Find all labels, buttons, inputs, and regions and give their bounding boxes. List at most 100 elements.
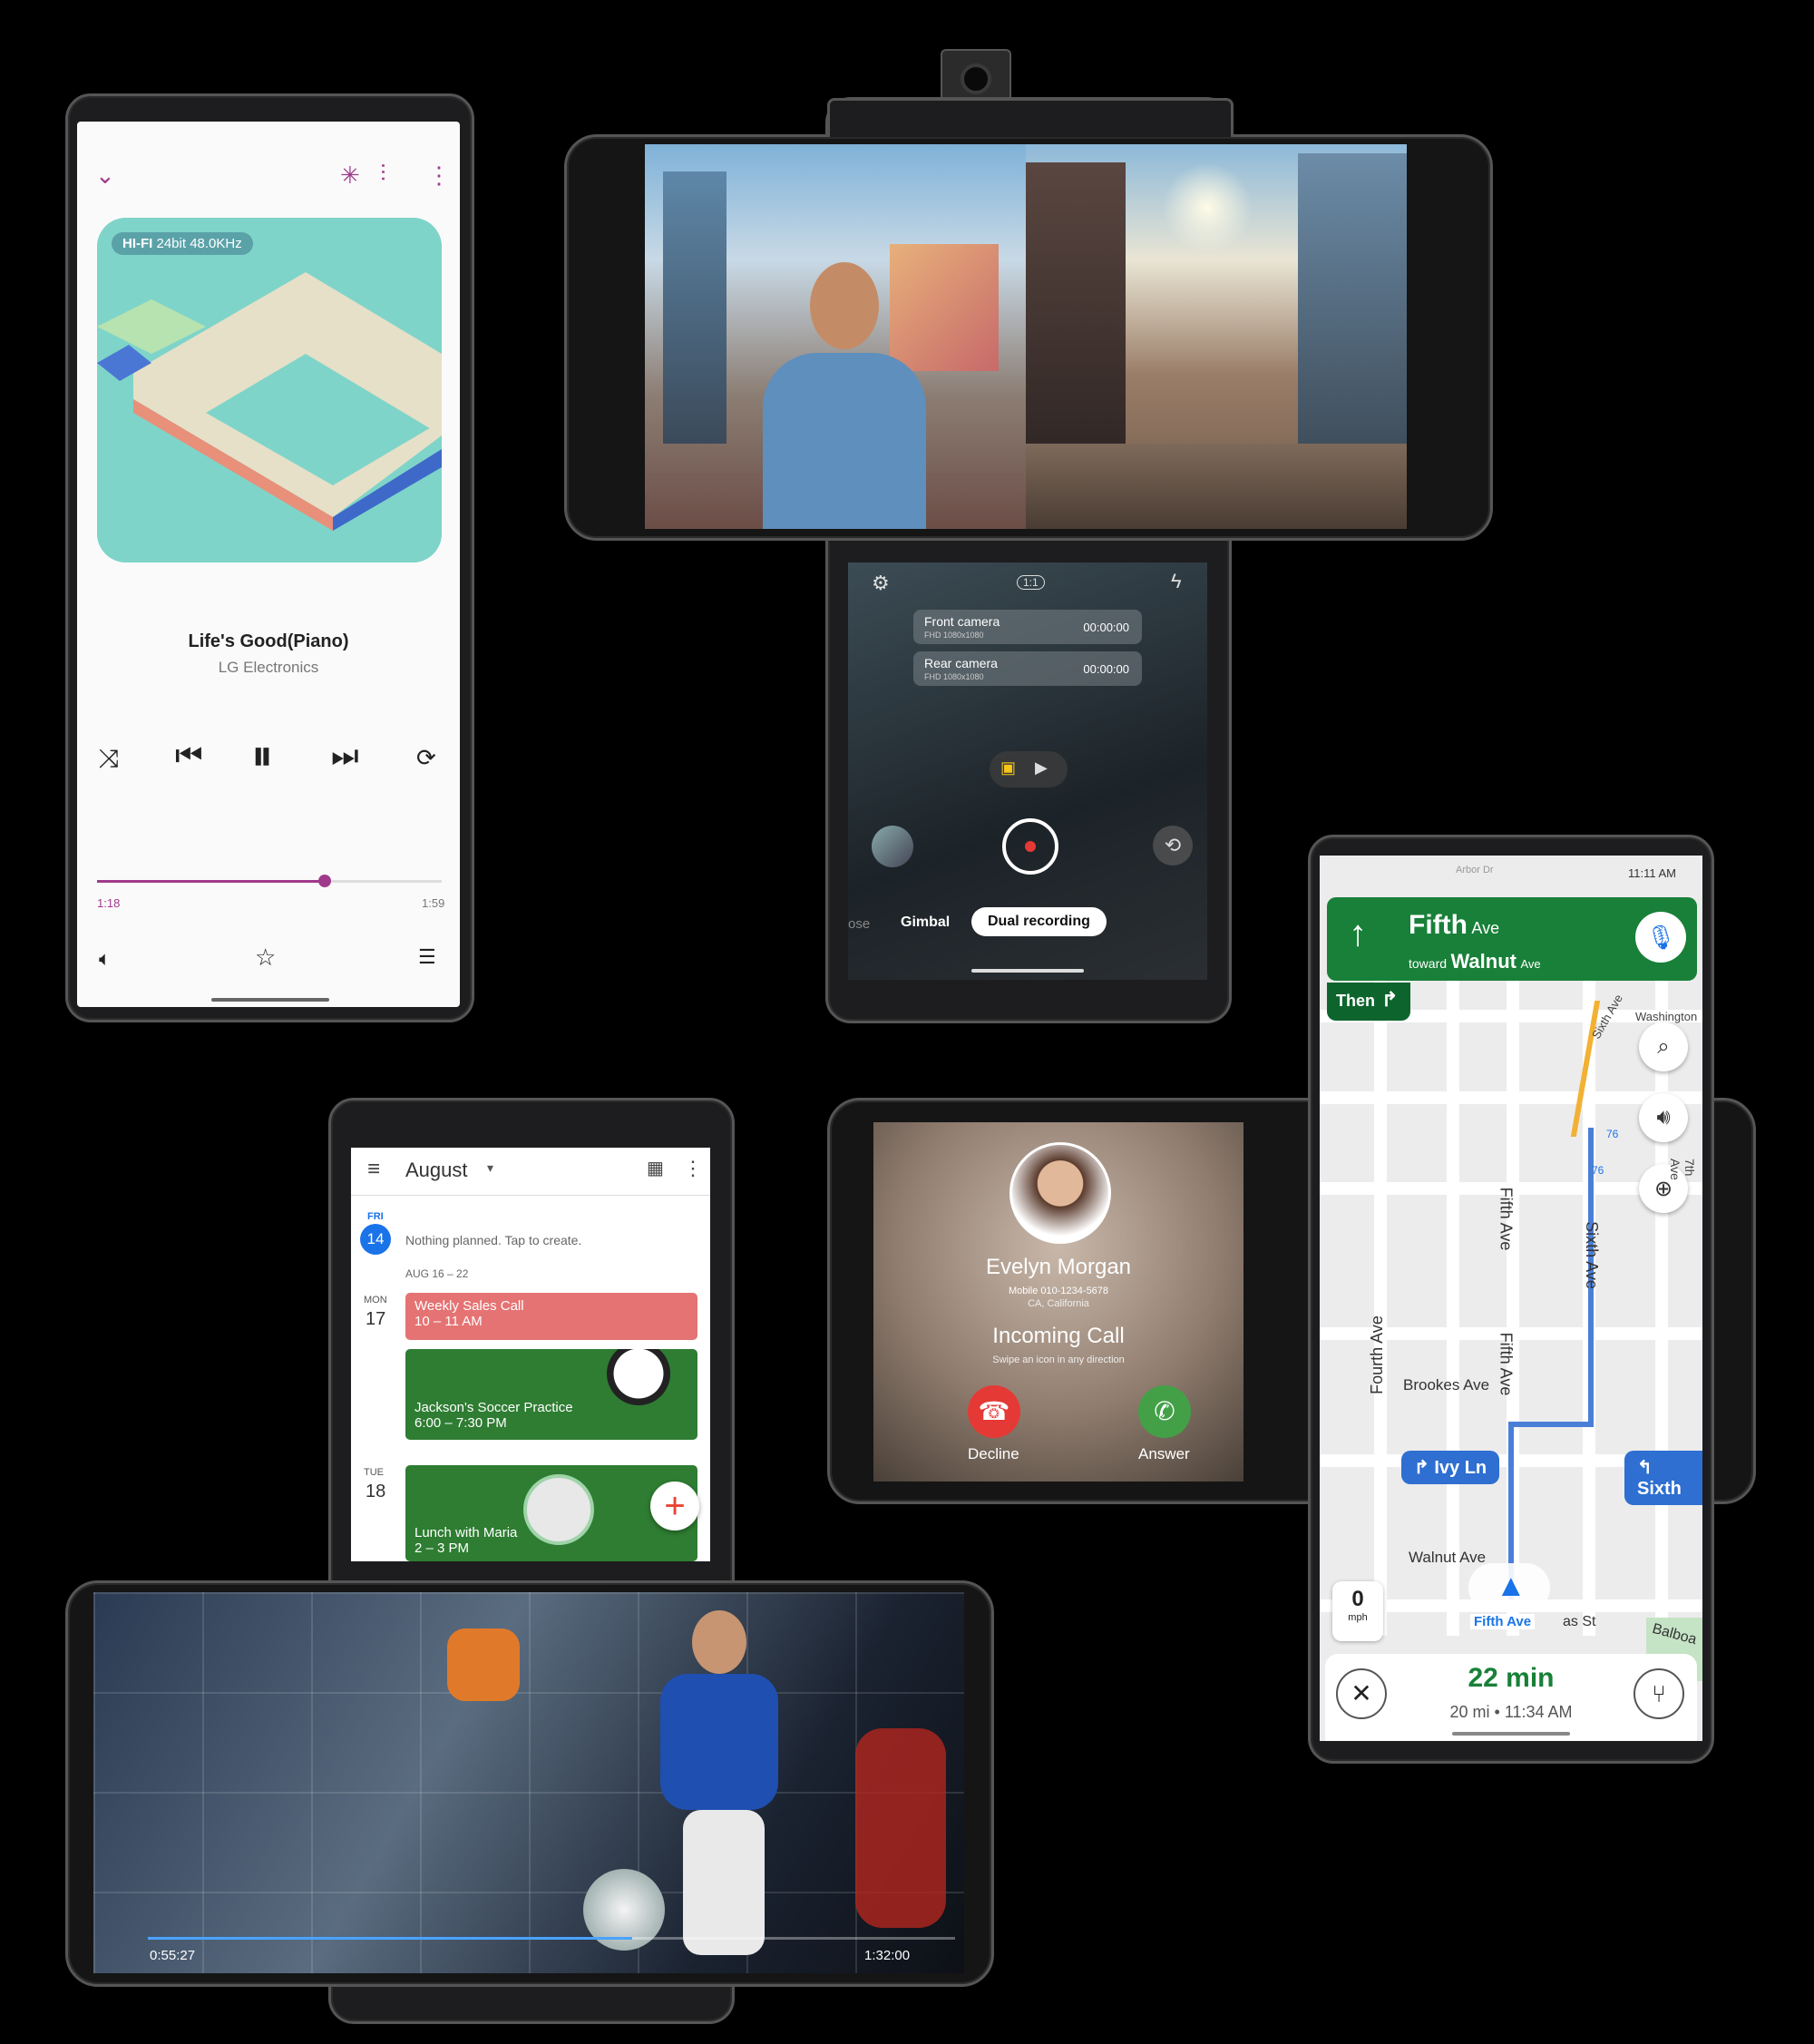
today-empty-text[interactable]: Nothing planned. Tap to create. [405, 1233, 581, 1247]
pill-ivy-label: Ivy Ln [1434, 1458, 1487, 1478]
equalizer-icon[interactable]: ⫶ [380, 160, 386, 189]
map-label-76a: 76 [1606, 1128, 1619, 1140]
speed-value: 0 [1351, 1587, 1364, 1611]
map-label-arbor: Arbor Dr [1456, 865, 1494, 875]
turn-pill-ivy[interactable]: ↱ Ivy Ln [1401, 1451, 1500, 1484]
decline-button[interactable]: ☎ [968, 1385, 1020, 1438]
mode-gimbal[interactable]: Gimbal [901, 914, 950, 931]
hangup-icon: ☎ [978, 1397, 1010, 1425]
day-num-17: 17 [366, 1309, 386, 1329]
front-camera-res: FHD 1080x1080 [924, 631, 984, 640]
pause-icon[interactable]: ⏸ [251, 731, 273, 782]
video-progress-bar[interactable] [148, 1937, 955, 1940]
nav-toward: toward [1409, 956, 1448, 971]
camera-lens-icon [961, 64, 991, 94]
track-artist: LG Electronics [218, 659, 319, 676]
elapsed-time: 1:18 [97, 896, 121, 910]
nav-toward-street: Walnut [1450, 950, 1517, 973]
layout-toggle[interactable]: ▣ ▶ [990, 751, 1068, 787]
event-title: Weekly Sales Call [414, 1298, 524, 1314]
pip-icon[interactable]: ▣ [1000, 758, 1016, 778]
position-marker: ▲ [1468, 1563, 1550, 1612]
home-indicator [971, 969, 1084, 973]
more-vert-icon[interactable]: ⋮ [683, 1157, 703, 1180]
rear-camera-res: FHD 1080x1080 [924, 672, 984, 681]
map-label-fifth-1: Fifth Ave [1497, 1187, 1516, 1251]
settings-icon[interactable]: ⚙ [872, 572, 890, 595]
switch-camera-icon[interactable]: ⟲ [1153, 826, 1193, 866]
turn-pill-sixth[interactable]: ↰ Sixth [1624, 1451, 1702, 1505]
maps-phone: 11:11 AM Arbor Dr ↑ Fifth Ave toward Wal… [1308, 835, 1714, 1764]
event-soccer-practice[interactable]: Jackson's Soccer Practice 6:00 – 7:30 PM [405, 1349, 697, 1440]
flash-off-icon[interactable]: ϟ [1171, 570, 1182, 593]
music-screen: ⌄ ✳ ⫶ ⋮ HI-FI 24bit 48.0KHz Life's Good(… [77, 122, 460, 1007]
front-camera-time: 00:00:00 [1083, 621, 1129, 634]
then-label: Then [1336, 992, 1375, 1010]
record-button[interactable] [1002, 818, 1058, 875]
month-label[interactable]: August [405, 1159, 468, 1182]
building-left [663, 171, 727, 444]
camera-phone-main [564, 134, 1493, 541]
month-dropdown-icon[interactable]: ▾ [487, 1160, 493, 1176]
rear-camera-row: Rear camera FHD 1080x1080 00:00:00 [913, 651, 1142, 686]
alternate-routes-button[interactable]: ⑂ [1634, 1668, 1684, 1719]
answer-button[interactable]: ✆ [1138, 1385, 1191, 1438]
week-range: AUG 16 – 22 [405, 1267, 469, 1280]
queue-icon[interactable]: ☰ [418, 945, 436, 969]
street-crowd [1026, 444, 1407, 529]
search-button[interactable]: ⌕ [1639, 1022, 1688, 1071]
volume-icon[interactable]: 🔈︎ [99, 947, 111, 971]
video-screen[interactable]: 0:55:27 1:32:00 [93, 1592, 964, 1973]
turn-right-icon: ↱ [1414, 1458, 1429, 1478]
turn-left-icon: ↰ [1637, 1458, 1653, 1478]
nav-banner[interactable]: ↑ Fifth Ave toward Walnut Ave 🎙︎ [1327, 897, 1697, 981]
rear-camera-time: 00:00:00 [1083, 662, 1129, 676]
repeat-off-icon[interactable]: ⟳ [416, 744, 436, 772]
mode-dual-recording[interactable]: Dual recording [971, 907, 1107, 936]
seek-bar-thumb[interactable] [317, 875, 331, 887]
event-title: Jackson's Soccer Practice [414, 1400, 573, 1415]
arrival-time: 11:34 AM [1504, 1703, 1573, 1721]
video-phone: 0:55:27 1:32:00 [65, 1580, 994, 1987]
shuffle-icon[interactable]: ⤨ [99, 744, 119, 774]
menu-icon[interactable]: ≡ [367, 1157, 380, 1182]
gallery-thumbnail[interactable] [872, 826, 913, 867]
call-screen: Evelyn Morgan Mobile 010-1234-5678 CA, C… [873, 1122, 1243, 1482]
map-label-seventh: 7th Ave [1668, 1159, 1697, 1180]
split-icon[interactable]: ▶ [1035, 758, 1048, 778]
nav-street: Fifth [1409, 910, 1468, 940]
sound-button[interactable]: 🔊︎ [1639, 1093, 1688, 1142]
plus-icon: + [664, 1486, 686, 1526]
chevron-down-icon[interactable]: ⌄ [95, 161, 115, 190]
map-label-washington: Washington [1635, 1010, 1698, 1023]
video-elapsed: 0:55:27 [150, 1948, 196, 1963]
camera-control-screen: ⚙ 1:1 ϟ Front camera FHD 1080x1080 00:00… [848, 562, 1207, 980]
sun-glare [1162, 162, 1253, 253]
music-phone: ⌄ ✳ ⫶ ⋮ HI-FI 24bit 48.0KHz Life's Good(… [65, 93, 474, 1022]
more-vert-icon[interactable]: ⋮ [427, 161, 451, 190]
map-label-brookes: Brookes Ave [1403, 1376, 1490, 1394]
call-hint: Swipe an icon in any direction [992, 1355, 1125, 1365]
star-icon[interactable]: ☆ [255, 944, 276, 972]
player-red [855, 1728, 946, 1928]
building-right [1026, 162, 1126, 462]
map-label-fifth-pin: Fifth Ave [1470, 1614, 1536, 1629]
mode-partial[interactable]: ose [848, 916, 870, 932]
today-date[interactable]: 14 [360, 1224, 391, 1255]
caller-name: Evelyn Morgan [985, 1255, 1132, 1279]
map-label-fifth-2: Fifth Ave [1497, 1332, 1516, 1396]
previous-icon[interactable]: ⏮ [175, 738, 203, 774]
next-icon[interactable]: ⏭ [331, 738, 359, 774]
calendar-screen: ≡ August ▾ ▦ ⋮ FRI 14 Nothing planned. T… [351, 1148, 710, 1561]
map-label-walnut: Walnut Ave [1409, 1549, 1487, 1566]
add-event-fab[interactable]: + [650, 1482, 699, 1531]
event-weekly-sales-call[interactable]: Weekly Sales Call 10 – 11 AM [405, 1293, 697, 1340]
aspect-ratio-button[interactable]: 1:1 [1017, 575, 1045, 590]
route-line [1508, 1422, 1594, 1427]
seek-bar-fill [97, 880, 325, 883]
today-dow: FRI [367, 1211, 384, 1222]
today-icon[interactable]: ▦ [647, 1157, 664, 1179]
seek-bar[interactable] [97, 875, 442, 887]
voice-button[interactable]: 🎙︎ [1635, 912, 1686, 963]
effects-icon[interactable]: ✳ [340, 161, 360, 190]
